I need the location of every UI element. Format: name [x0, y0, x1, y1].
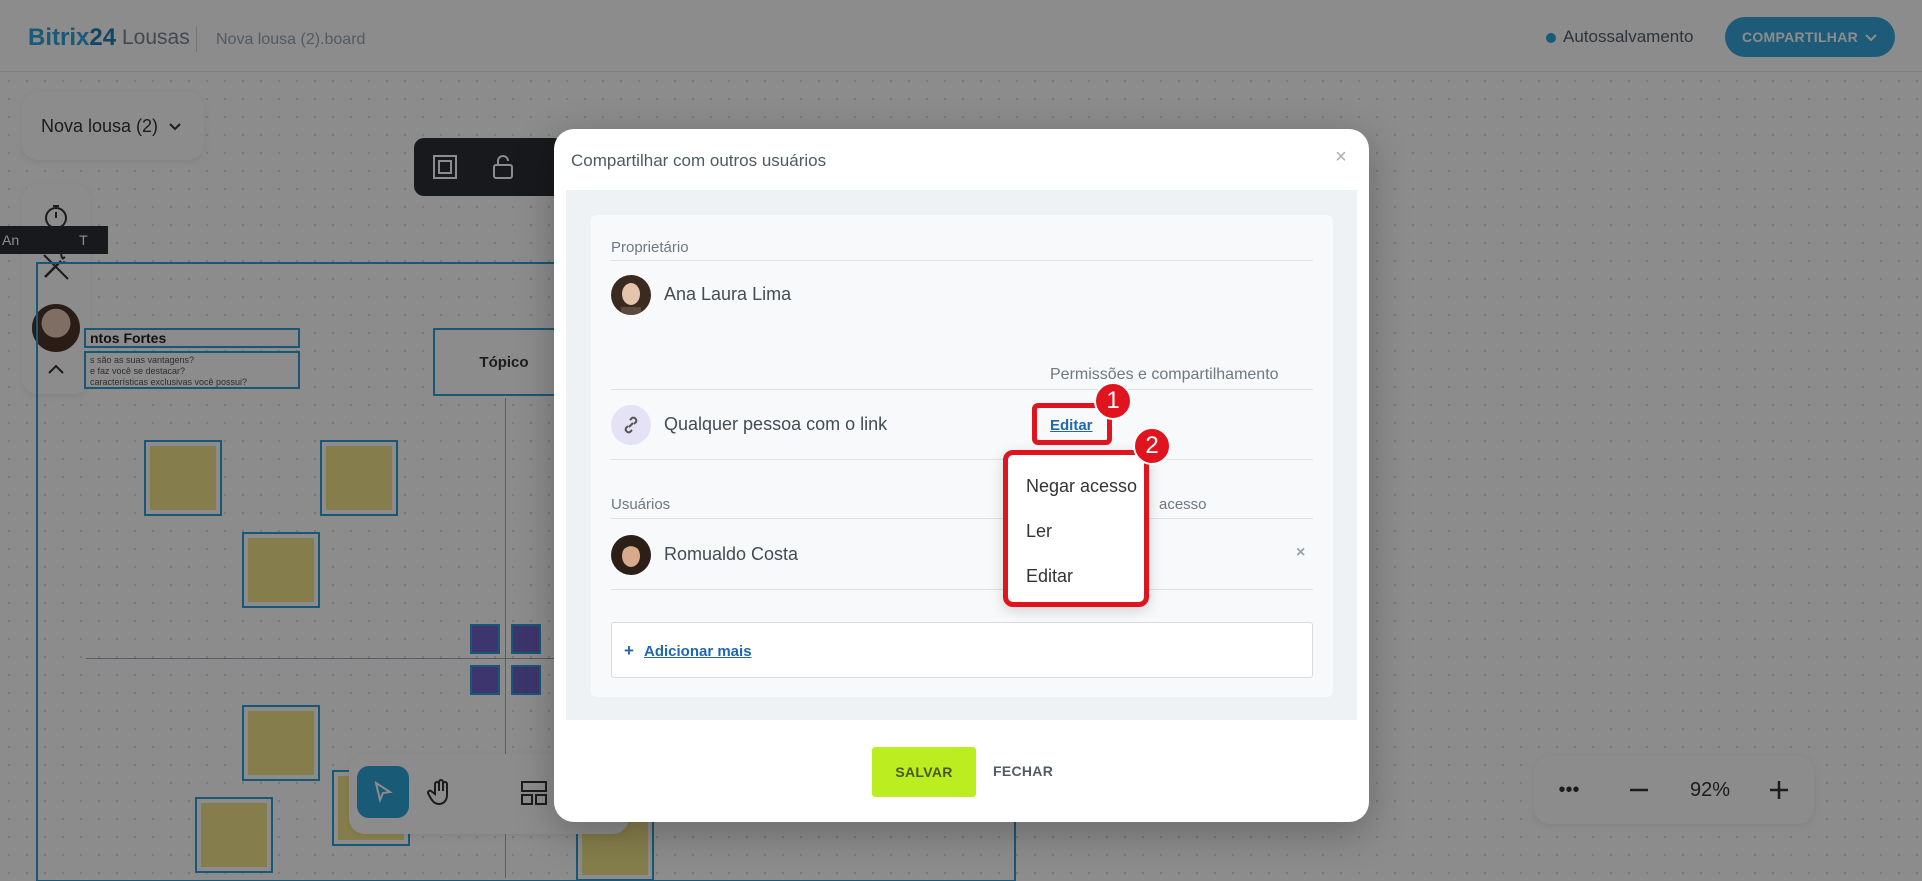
dialog-body: Proprietário Ana Laura Lima Permissões e… [566, 190, 1357, 720]
user-avatar [611, 535, 651, 575]
close-icon[interactable]: × [1331, 147, 1351, 167]
close-button[interactable]: FECHAR [993, 763, 1053, 779]
link-access-label: Qualquer pessoa com o link [664, 414, 888, 434]
owner-name: Ana Laura Lima [664, 284, 792, 304]
dropdown-option-edit[interactable]: Editar [1026, 566, 1073, 587]
permission-dropdown-menu: Negar acesso Ler Editar [1003, 450, 1149, 607]
add-more-container[interactable]: + Adicionar mais [611, 622, 1313, 678]
share-dialog: Compartilhar com outros usuários × Propr… [554, 129, 1369, 822]
users-section-label: Usuários [611, 496, 671, 513]
share-card: Proprietário Ana Laura Lima Permissões e… [591, 215, 1333, 697]
users-permission-label: acesso [1159, 496, 1207, 513]
remove-user-icon[interactable]: × [1296, 544, 1305, 562]
owner-avatar [611, 275, 651, 315]
link-icon [611, 405, 651, 445]
owner-section-label: Proprietário [611, 239, 689, 256]
section-divider [611, 260, 1313, 261]
section-divider [611, 389, 1313, 390]
section-divider [611, 518, 1313, 519]
section-divider [611, 459, 1313, 460]
dialog-title: Compartilhar com outros usuários [571, 151, 827, 170]
step-badge-2: 2 [1133, 427, 1171, 465]
add-more-link[interactable]: Adicionar mais [644, 643, 752, 660]
user-name: Romualdo Costa [664, 544, 799, 564]
section-divider [611, 589, 1313, 590]
dropdown-option-read[interactable]: Ler [1026, 521, 1052, 542]
dropdown-option-deny[interactable]: Negar acesso [1026, 476, 1137, 497]
plus-icon: + [624, 641, 634, 660]
permissions-section-label: Permissões e compartilhamento [1050, 366, 1279, 383]
step-badge-1: 1 [1094, 382, 1132, 420]
save-button[interactable]: SALVAR [872, 747, 976, 797]
